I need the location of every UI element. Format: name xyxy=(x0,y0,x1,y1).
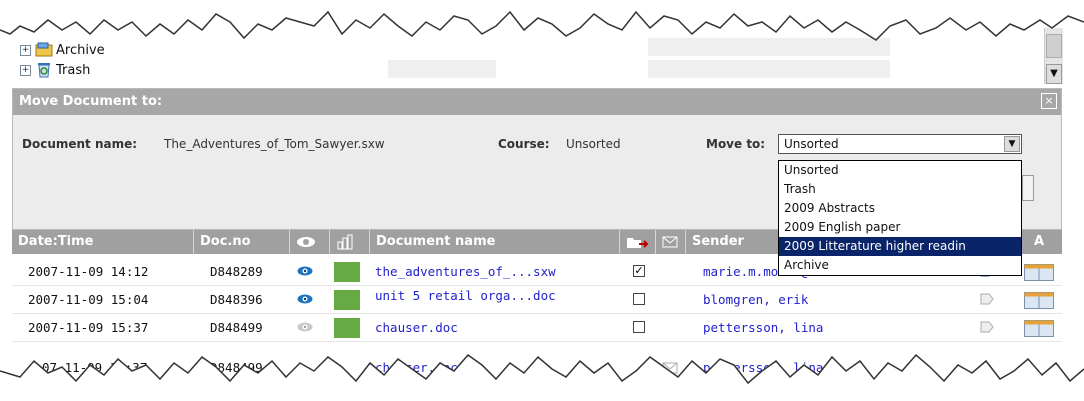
col-move[interactable] xyxy=(620,230,656,254)
folder-icon xyxy=(35,42,53,57)
row-checkbox[interactable] xyxy=(633,321,645,333)
row-checkbox[interactable]: ✓ xyxy=(633,265,645,277)
course-label: Course: xyxy=(498,137,550,151)
eye-icon[interactable] xyxy=(297,291,313,307)
move-to-label: Move to: xyxy=(706,137,766,151)
col-docno[interactable]: Doc.no xyxy=(194,230,290,254)
tag-icon[interactable] xyxy=(980,292,994,306)
close-icon[interactable]: × xyxy=(1041,93,1057,109)
eye-icon[interactable] xyxy=(297,319,313,335)
col-mail[interactable] xyxy=(656,230,686,254)
status-indicator xyxy=(334,318,360,338)
envelope-icon xyxy=(662,236,678,248)
move-button[interactable] xyxy=(1022,175,1034,201)
table-row[interactable]: 2007-11-09 15:37 D848499 chauser.doc pet… xyxy=(12,314,1062,342)
tree-item-archive[interactable]: + Archive xyxy=(20,40,105,60)
option-archive[interactable]: Archive xyxy=(779,256,1021,275)
row-docno: D848499 xyxy=(210,320,263,335)
eye-icon xyxy=(297,237,315,247)
tree-item-label: Trash xyxy=(56,62,91,78)
course-value: Unsorted xyxy=(566,137,621,151)
select-value: Unsorted xyxy=(784,137,839,151)
col-a[interactable]: A xyxy=(1016,230,1062,254)
document-link[interactable]: chauser.doc xyxy=(375,314,458,342)
sender-link[interactable]: pettersson, lina xyxy=(703,314,823,342)
tag-icon[interactable] xyxy=(980,320,994,334)
option-2009-abstracts[interactable]: 2009 Abstracts xyxy=(779,199,1021,218)
sender-link[interactable]: blomgren, erik xyxy=(703,286,808,314)
tree-item-trash[interactable]: + Trash xyxy=(20,60,105,80)
scroll-thumb[interactable] xyxy=(1046,34,1062,58)
dialog-title: Move Document to: xyxy=(19,94,163,109)
table-view-icon[interactable] xyxy=(1024,320,1054,337)
tree-scrollbar[interactable]: ▼ xyxy=(1044,28,1063,84)
chevron-down-icon[interactable]: ▼ xyxy=(1004,136,1020,152)
row-checkbox[interactable] xyxy=(633,293,645,305)
row-datetime: 2007-11-09 15:04 xyxy=(28,292,149,307)
status-indicator xyxy=(334,262,360,282)
eye-icon[interactable] xyxy=(297,263,313,279)
row-datetime: 2007-11-09 15:37 xyxy=(28,320,149,335)
placeholder-bar xyxy=(648,60,890,78)
tree-item-label: Archive xyxy=(56,42,105,58)
row-datetime: 07-11-09 15:37 xyxy=(42,360,148,375)
folder-tree: + Archive + Trash xyxy=(20,40,105,80)
doc-name-value: The_Adventures_of_Tom_Sawyer.sxw xyxy=(164,137,385,151)
document-link[interactable]: unit 5 retail orga...doc xyxy=(375,282,556,310)
document-link[interactable]: chauser.doc xyxy=(375,354,458,382)
move-folder-icon xyxy=(627,238,649,248)
expand-icon[interactable]: + xyxy=(20,44,31,56)
option-unsorted[interactable]: Unsorted xyxy=(779,161,1021,180)
envelope-icon[interactable] xyxy=(662,362,678,374)
row-docno: D848396 xyxy=(210,292,263,307)
move-to-select[interactable]: Unsorted ▼ xyxy=(778,134,1022,154)
recycle-bin-icon xyxy=(38,63,50,78)
table-view-icon[interactable] xyxy=(1024,292,1054,309)
row-docno: D848289 xyxy=(210,264,263,279)
col-view[interactable] xyxy=(290,230,330,254)
option-2009-english-paper[interactable]: 2009 English paper xyxy=(779,218,1021,237)
option-trash[interactable]: Trash xyxy=(779,180,1021,199)
table-view-icon[interactable] xyxy=(1024,264,1054,281)
option-2009-litterature[interactable]: 2009 Litterature higher readin xyxy=(779,237,1021,256)
move-to-dropdown: Unsorted Trash 2009 Abstracts 2009 Engli… xyxy=(778,160,1022,276)
scroll-down-icon[interactable]: ▼ xyxy=(1046,64,1062,84)
col-docname[interactable]: Document name xyxy=(370,230,620,254)
placeholder-bar xyxy=(388,60,496,78)
torn-edge-top xyxy=(0,0,1084,41)
col-datetime[interactable]: Date:Time xyxy=(12,230,194,254)
sender-link[interactable]: pettersson, lina xyxy=(703,354,823,382)
row-datetime: 2007-11-09 14:12 xyxy=(28,264,149,279)
col-status[interactable] xyxy=(330,230,370,254)
placeholder-bar xyxy=(648,38,890,56)
status-indicator xyxy=(334,290,360,310)
doc-name-label: Document name: xyxy=(22,137,138,151)
bar-chart-icon xyxy=(337,234,353,250)
row-docno: D848499 xyxy=(210,360,263,375)
table-row[interactable]: 2007-11-09 15:04 D848396 unit 5 retail o… xyxy=(12,286,1062,314)
dialog-header: Move Document to: × xyxy=(13,89,1061,115)
expand-icon[interactable]: + xyxy=(20,64,31,76)
table-row[interactable]: 07-11-09 15:37 D848499 chauser.doc pette… xyxy=(12,360,1062,388)
